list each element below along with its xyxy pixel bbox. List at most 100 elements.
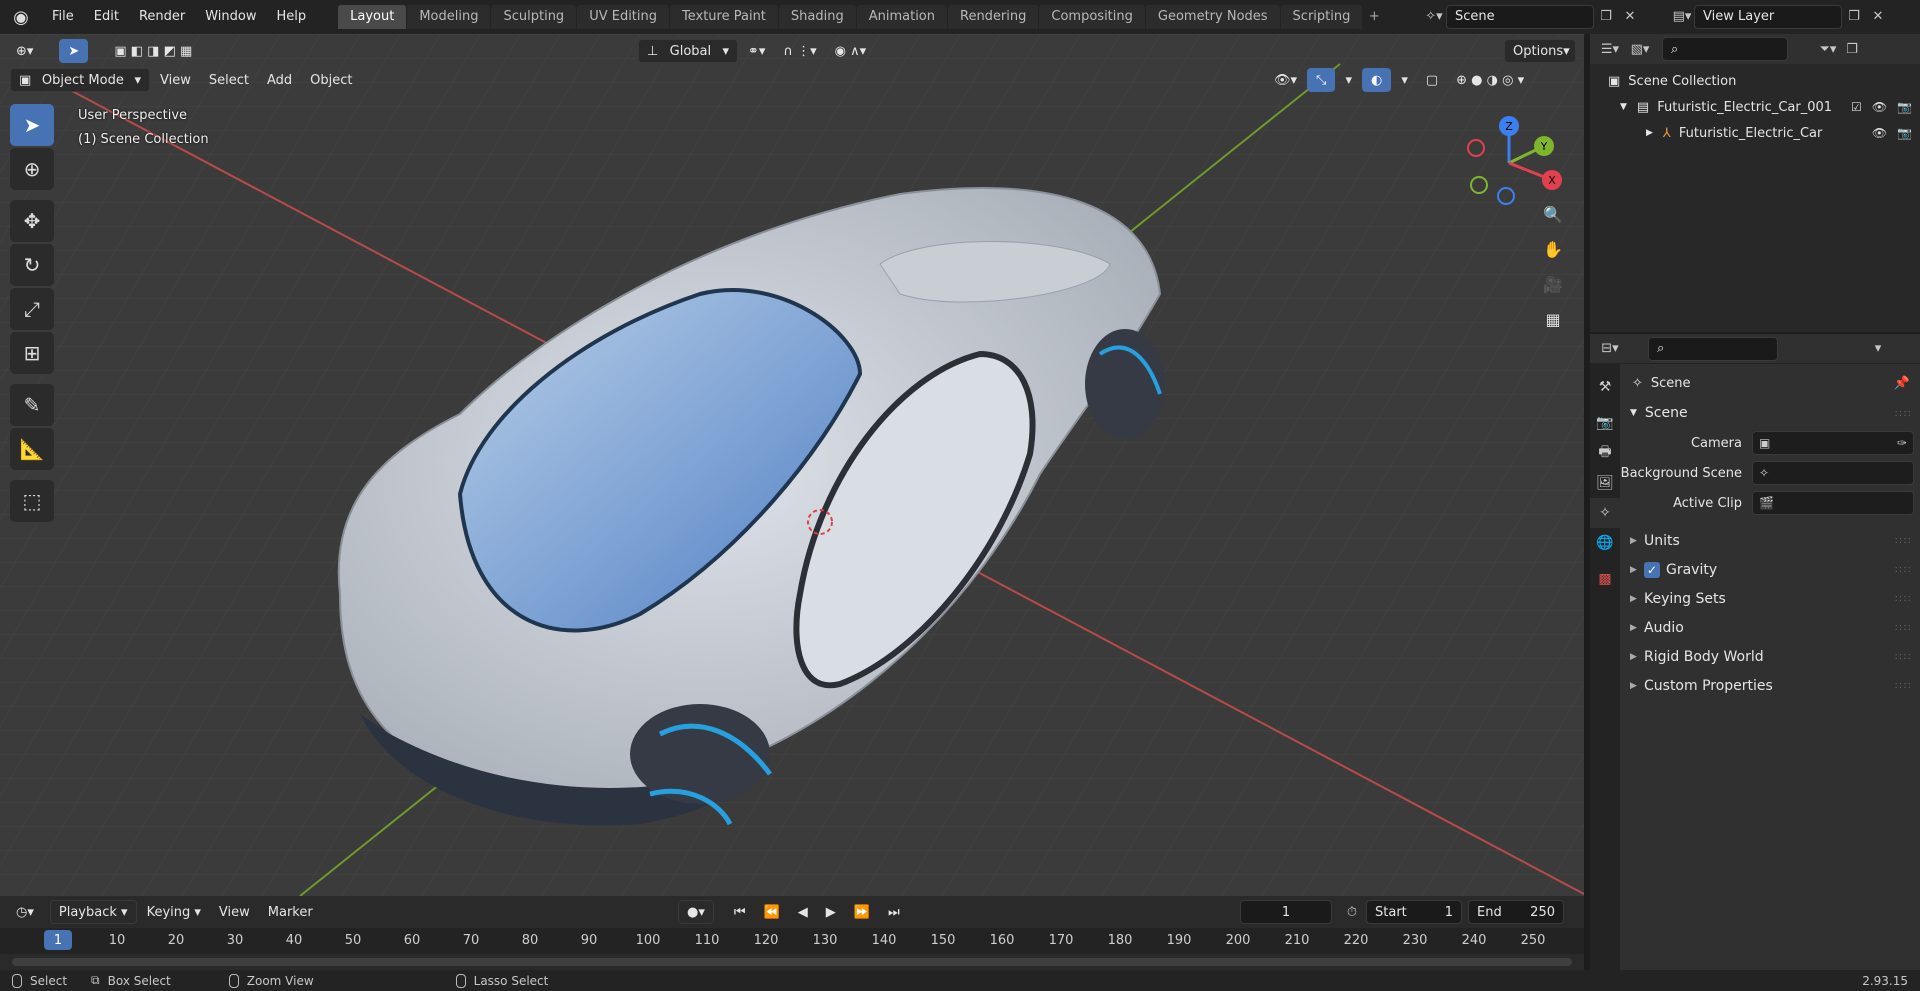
render-tab-icon[interactable]: 📷 — [1590, 408, 1620, 438]
keying-menu[interactable]: Keying ▾ — [139, 900, 209, 924]
eyedropper-icon[interactable]: ✑ — [1897, 436, 1907, 450]
playback-menu[interactable]: Playback ▾ — [49, 900, 137, 924]
gizmo-dropdown-icon[interactable]: ▾ — [1337, 68, 1360, 92]
tab-animation[interactable]: Animation — [856, 5, 947, 29]
display-mode-icon[interactable]: ▧▾ — [1628, 37, 1652, 61]
outliner-search-input[interactable]: ⌕ — [1662, 37, 1788, 61]
play-icon[interactable]: ▶ — [818, 900, 844, 924]
scene-tab-icon[interactable]: ✧ — [1590, 498, 1620, 528]
tab-shading[interactable]: Shading — [778, 5, 856, 29]
menu-object[interactable]: Object — [302, 68, 360, 92]
panel-custom-properties[interactable]: ▶ Custom Properties :::: — [1620, 671, 1920, 700]
tab-rendering[interactable]: Rendering — [948, 5, 1039, 29]
add-workspace-icon[interactable]: + — [1363, 5, 1385, 29]
scene-name-field[interactable]: Scene — [1446, 4, 1594, 29]
jump-end-icon[interactable]: ⏭ — [880, 900, 908, 924]
select-box-mode-icons[interactable]: ▣ ◧ ◨ ◩ ▦ — [106, 39, 200, 63]
select-tool-icon[interactable]: ➤ — [10, 104, 54, 146]
end-frame-field[interactable]: End 250 — [1468, 900, 1564, 924]
new-collection-icon[interactable]: ❐ — [1840, 37, 1864, 61]
menu-render[interactable]: Render — [129, 0, 195, 34]
record-keyframe-icon[interactable]: ●▾ — [678, 900, 714, 924]
scale-tool-icon[interactable]: ⤢ — [10, 288, 54, 330]
jump-start-icon[interactable]: ⏮ — [726, 900, 754, 924]
tab-uv-editing[interactable]: UV Editing — [577, 5, 670, 29]
timeline-scrollbar[interactable] — [12, 958, 1572, 966]
background-scene-field[interactable]: ✧ — [1752, 461, 1914, 485]
select-mode-icon[interactable]: ➤ — [59, 39, 89, 63]
panel-audio[interactable]: ▶ Audio :::: — [1620, 613, 1920, 642]
gizmo-toggle-icon[interactable]: ⤡ — [1307, 68, 1336, 92]
timeline-view-menu[interactable]: View — [211, 900, 258, 924]
measure-tool-icon[interactable]: 📐 — [10, 428, 54, 470]
pan-hand-icon[interactable]: ✋ — [1538, 233, 1568, 265]
cursor-tool-icon[interactable]: ⊕ — [10, 148, 54, 190]
proportional-editing-icon[interactable]: ◉ ∧▾ — [827, 39, 875, 63]
jump-keyframe-back-icon[interactable]: ⏪ — [756, 900, 788, 924]
menu-file[interactable]: File — [42, 0, 84, 34]
outliner-object-row[interactable]: ▶ ⅄ Futuristic_Electric_Car 👁 📷 — [1590, 120, 1920, 146]
panel-gravity[interactable]: ▶ ✓ Gravity :::: — [1620, 555, 1920, 584]
exclude-checkbox-icon[interactable]: ☑ — [1851, 100, 1862, 114]
delete-view-layer-icon[interactable]: ✕ — [1866, 5, 1890, 29]
view-layer-type-icon[interactable]: ▤▾ — [1670, 5, 1694, 29]
add-cube-tool-icon[interactable]: ⬚ — [10, 480, 54, 522]
editor-type-icon[interactable]: ⊕▾ — [8, 39, 41, 63]
menu-add[interactable]: Add — [259, 68, 300, 92]
eye-icon[interactable]: 👁 — [1872, 126, 1887, 140]
move-tool-icon[interactable]: ✥ — [10, 200, 54, 242]
perspective-toggle-icon[interactable]: ▦ — [1538, 303, 1568, 335]
menu-view[interactable]: View — [152, 68, 199, 92]
pivot-point-icon[interactable]: ⚭▾ — [740, 39, 773, 63]
gravity-checkbox[interactable]: ✓ — [1644, 561, 1660, 578]
shading-modes-icons[interactable]: ⊕ ● ◑ ◎ ▾ — [1448, 68, 1532, 92]
tab-texture-paint[interactable]: Texture Paint — [670, 5, 778, 29]
panel-units[interactable]: ▶ Units :::: — [1620, 526, 1920, 555]
filter-icon[interactable]: ⏷▾ — [1816, 37, 1840, 61]
outliner-collection-row[interactable]: ▼ ▤ Futuristic_Electric_Car_001 ☑ 👁 📷 — [1590, 94, 1920, 120]
camera-field[interactable]: ▣ ✑ — [1752, 431, 1914, 455]
camera-view-icon[interactable]: 🎥 — [1538, 268, 1568, 300]
mode-dropdown[interactable]: ▣ Object Mode ▾ — [10, 68, 150, 92]
new-scene-icon[interactable]: ❐ — [1594, 5, 1618, 29]
tab-layout[interactable]: Layout — [338, 5, 407, 29]
tab-scripting[interactable]: Scripting — [1280, 5, 1363, 29]
transform-orientation-dropdown[interactable]: ⊥ Global ▾ — [638, 39, 738, 63]
tab-geometry-nodes[interactable]: Geometry Nodes — [1145, 5, 1280, 29]
tab-modeling[interactable]: Modeling — [407, 5, 491, 29]
render-camera-icon[interactable]: 📷 — [1897, 100, 1912, 114]
active-clip-field[interactable]: 🎬 — [1752, 491, 1914, 515]
expand-triangle-icon[interactable]: ▼ — [1620, 102, 1627, 112]
menu-help[interactable]: Help — [267, 0, 317, 34]
3d-viewport[interactable]: ⊕▾ ➤ ▣ ◧ ◨ ◩ ▦ ⊥ Global ▾ ⚭▾ ∩ ⋮▾ ◉ ∧▾ O… — [0, 34, 1584, 896]
annotate-tool-icon[interactable]: ✎ — [10, 384, 54, 426]
collapsed-triangle-icon[interactable]: ▶ — [1646, 128, 1653, 138]
options-dropdown[interactable]: Options ▾ — [1504, 39, 1576, 63]
current-frame-indicator[interactable]: 1 — [44, 930, 72, 950]
play-reverse-icon[interactable]: ◀ — [790, 900, 816, 924]
transform-tool-icon[interactable]: ⊞ — [10, 332, 54, 374]
current-frame-field[interactable]: 1 — [1240, 900, 1332, 924]
view-layer-tab-icon[interactable]: 🖼 — [1590, 468, 1620, 498]
new-view-layer-icon[interactable]: ❐ — [1842, 5, 1866, 29]
eye-icon[interactable]: 👁 — [1872, 100, 1887, 114]
blender-logo-icon[interactable]: ◉ — [0, 0, 42, 34]
render-camera-icon[interactable]: 📷 — [1897, 126, 1912, 140]
snap-icon[interactable]: ∩ ⋮▾ — [775, 39, 824, 63]
menu-select[interactable]: Select — [201, 68, 257, 92]
scene-section-header[interactable]: ▼ Scene :::: — [1620, 398, 1920, 428]
properties-options-icon[interactable]: ▾ — [1866, 337, 1890, 361]
view-layer-name-field[interactable]: View Layer — [1694, 4, 1842, 29]
output-tab-icon[interactable]: 🖶 — [1590, 438, 1620, 468]
marker-menu[interactable]: Marker — [260, 900, 321, 924]
outliner-editor-type-icon[interactable]: ☰▾ — [1598, 37, 1622, 61]
zoom-icon[interactable]: 🔍 — [1538, 198, 1568, 230]
visibility-icon[interactable]: 👁▾ — [1266, 68, 1305, 92]
pin-icon[interactable]: 📌 — [1894, 376, 1910, 391]
tab-compositing[interactable]: Compositing — [1039, 5, 1145, 29]
outliner-scene-collection[interactable]: ▣ Scene Collection — [1590, 68, 1920, 94]
timeline-editor-type-icon[interactable]: ◷▾ — [8, 900, 42, 924]
rotate-tool-icon[interactable]: ↻ — [10, 244, 54, 286]
world-tab-icon[interactable]: 🌐 — [1590, 528, 1620, 558]
delete-scene-icon[interactable]: ✕ — [1618, 5, 1642, 29]
